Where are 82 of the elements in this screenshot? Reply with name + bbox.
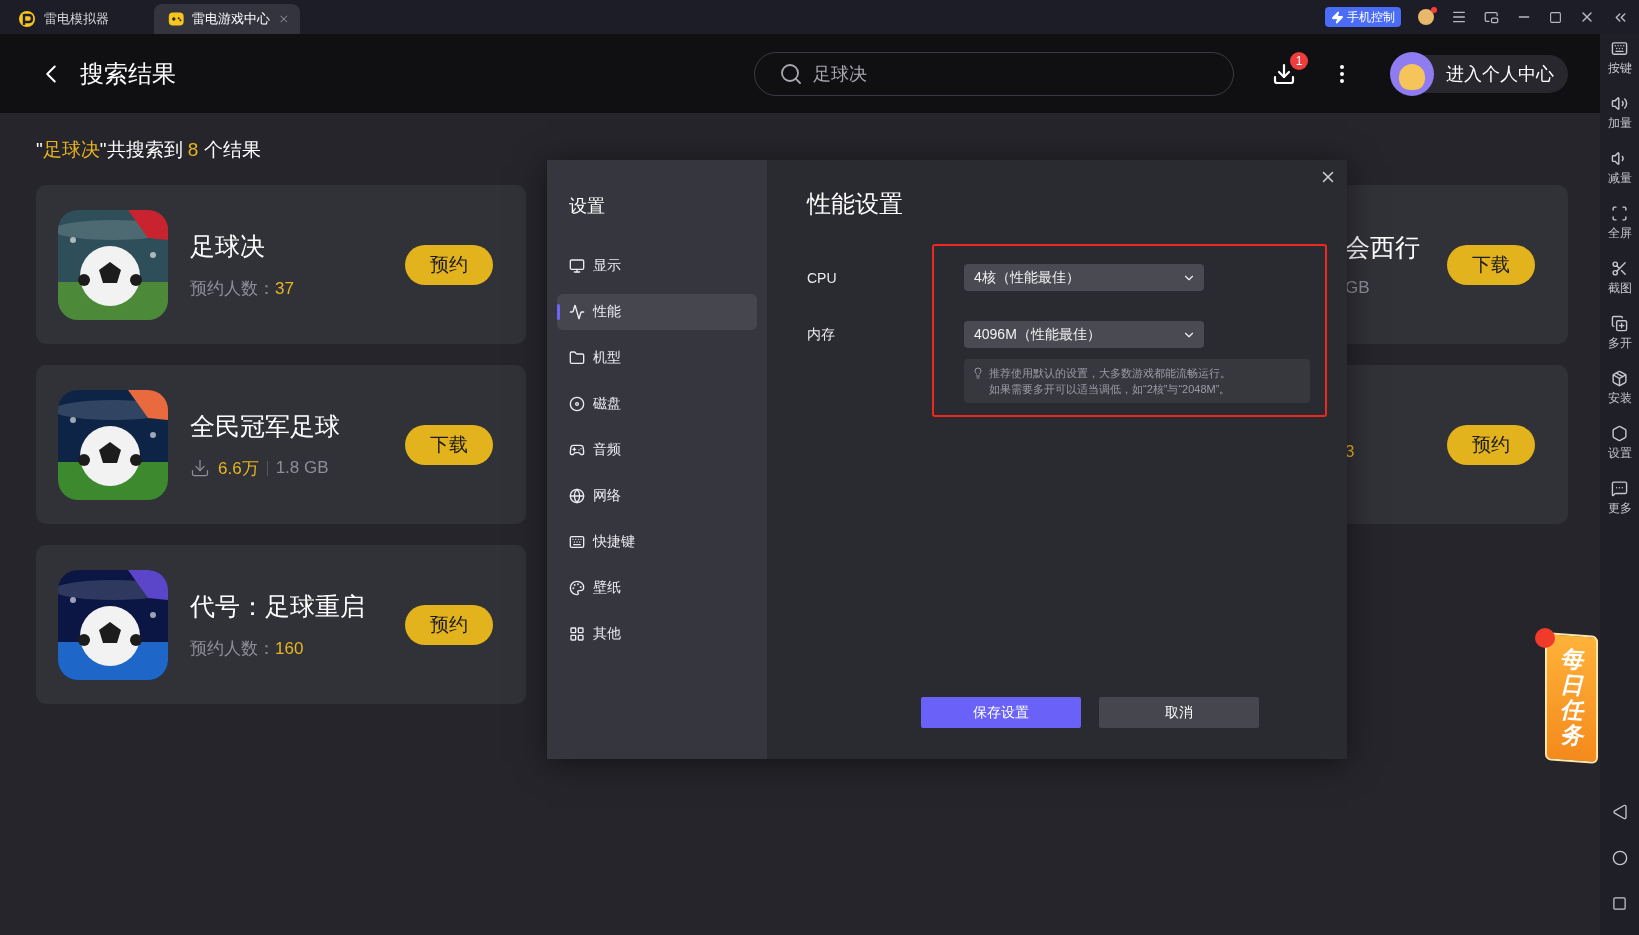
gamepad-logo-icon	[168, 10, 185, 28]
search-icon	[779, 61, 803, 86]
reserve-button[interactable]: 预约	[1447, 424, 1535, 465]
result-summary: "足球决"共搜索到 8 个结果	[36, 138, 262, 162]
settings-nav-item[interactable]: 快捷键	[557, 524, 757, 560]
home-icon[interactable]	[1611, 850, 1628, 866]
package-icon	[1611, 370, 1628, 387]
lightbulb-icon	[972, 367, 984, 379]
section-title: 性能设置	[807, 189, 904, 219]
activity-icon	[569, 304, 585, 320]
field-label: CPU	[807, 269, 838, 286]
message-dots-icon	[1611, 480, 1628, 497]
cancel-button[interactable]: 取消	[1099, 697, 1259, 728]
scissors-icon	[1611, 260, 1628, 277]
game-title: 足球决	[190, 230, 266, 262]
folder-icon	[569, 350, 585, 366]
window-tab[interactable]: 雷电模拟器	[4, 4, 154, 34]
dropdown[interactable]: 4096M（性能最佳）	[964, 321, 1204, 348]
monitor-icon	[569, 258, 585, 274]
avatar-icon[interactable]	[1418, 9, 1434, 25]
menu-icon[interactable]	[1451, 9, 1467, 25]
maximize-icon[interactable]	[1549, 10, 1562, 24]
hint-text: 推荐使用默认的设置，大多数游戏都能流畅运行。 如果需要多开可以适当调低，如“2核”与“2048M”。	[989, 366, 1231, 397]
settings-nav-item[interactable]: 性能	[557, 294, 757, 330]
toolbar-button[interactable]: 多开	[1607, 315, 1632, 370]
palette-icon	[569, 580, 585, 596]
gamepad-icon	[569, 442, 585, 458]
recents-icon[interactable]	[1611, 896, 1627, 911]
settings-nav-item[interactable]: 网络	[557, 478, 757, 514]
lightning-icon	[1331, 10, 1344, 24]
game-title: 会西行	[1345, 232, 1421, 263]
fullscreen-icon	[1611, 205, 1628, 222]
game-title: 全民冠军足球	[190, 410, 341, 442]
reserve-button[interactable]: 预约	[405, 244, 493, 285]
result-card[interactable]: 全民冠军足球 6.6万 1.8 GB 下载	[36, 365, 526, 524]
settings-nav-item[interactable]: 音频	[557, 432, 757, 468]
save-button[interactable]: 保存设置	[921, 697, 1081, 728]
file-size: 1.8 GB	[275, 458, 329, 478]
avatar-icon	[1390, 51, 1434, 96]
keyboard-icon	[569, 534, 585, 550]
count-badge: 1	[1290, 51, 1308, 70]
toolbar-button[interactable]: 加量	[1607, 95, 1632, 150]
reserve-count: 预约人数：160	[190, 637, 304, 660]
hexagon-icon	[1611, 425, 1628, 442]
reserve-count: 预约人数：37	[190, 277, 294, 300]
profile-button[interactable]: 进入个人中心	[1392, 54, 1568, 93]
dropdown[interactable]: 4核（性能最佳）	[964, 264, 1204, 291]
volume-up-icon	[1611, 95, 1628, 112]
disc-icon	[569, 396, 585, 412]
logo-icon	[18, 10, 36, 28]
toolbar-button[interactable]: 设置	[1607, 425, 1632, 480]
download-icon	[190, 458, 210, 478]
toolbar-button[interactable]: 更多	[1607, 480, 1632, 535]
window-tab[interactable]: 雷电游戏中心	[154, 4, 300, 34]
settings-nav-item[interactable]: 显示	[557, 248, 757, 284]
keyboard-icon	[1611, 40, 1628, 57]
settings-nav-item[interactable]: 机型	[557, 340, 757, 376]
copy-plus-icon	[1611, 315, 1628, 332]
settings-nav-item[interactable]: 壁纸	[557, 570, 757, 606]
toolbar-button[interactable]: 减量	[1607, 150, 1632, 205]
grid-icon	[569, 626, 585, 642]
download-count: 6.6万	[218, 457, 259, 480]
page-title: 搜索结果	[80, 58, 176, 89]
toolbar-button[interactable]: 安装	[1607, 370, 1632, 425]
download-button[interactable]: 下载	[405, 424, 493, 465]
game-title: 代号：足球重启	[190, 590, 366, 622]
result-card[interactable]: 代号：足球重启 预约人数：160 预约	[36, 545, 526, 704]
window-mode-icon[interactable]	[1484, 9, 1499, 25]
globe-icon	[569, 488, 585, 504]
toolbar-button[interactable]: 全屏	[1607, 205, 1632, 260]
phone-control-button[interactable]: 手机控制	[1325, 7, 1401, 27]
download-icon[interactable]	[1272, 61, 1296, 86]
result-card[interactable]: 足球决 预约人数：37 预约	[36, 185, 526, 344]
settings-title: 设置	[568, 195, 606, 218]
settings-nav-item[interactable]: 磁盘	[557, 386, 757, 422]
back-icon[interactable]	[1611, 804, 1628, 820]
download-button[interactable]: 下载	[1447, 244, 1535, 285]
toolbar-button[interactable]: 按键	[1607, 40, 1632, 95]
settings-nav-item[interactable]: 其他	[557, 616, 757, 652]
field-label: 内存	[807, 325, 836, 344]
toolbar-button[interactable]: 截图	[1607, 260, 1632, 315]
reserve-button[interactable]: 预约	[405, 604, 493, 645]
